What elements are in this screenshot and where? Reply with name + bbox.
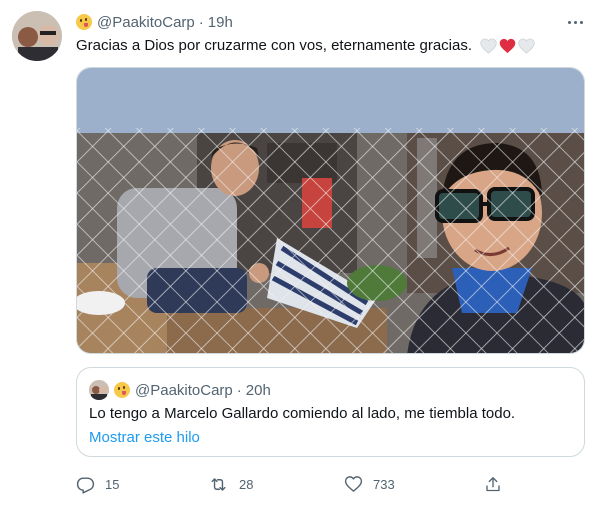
avatar[interactable]: [12, 11, 62, 61]
tweet-text-body: Gracias a Dios por cruzarme con vos, ete…: [76, 37, 472, 54]
grinning-face-emoji-icon: [76, 14, 92, 30]
reply-count: 15: [105, 476, 120, 492]
quoted-tweet-header: @PaakitoCarp · 20h: [89, 380, 271, 400]
share-icon: [486, 476, 500, 491]
like-button[interactable]: 733: [344, 470, 395, 498]
retweet-count: 28: [239, 476, 254, 492]
tweet-text: Gracias a Dios por cruzarme con vos, ete…: [76, 36, 535, 56]
white-heart-icon: [518, 38, 535, 54]
share-button[interactable]: [484, 470, 502, 498]
tweet-actions: 15 28 733: [66, 470, 516, 498]
reply-icon: [76, 476, 95, 494]
white-heart-icon: [480, 38, 497, 54]
quoted-tweet-time: 20h: [245, 381, 271, 399]
quoted-author-handle: @PaakitoCarp: [135, 381, 233, 399]
retweet-button[interactable]: 28: [208, 470, 253, 498]
quoted-tweet[interactable]: @PaakitoCarp · 20h Lo tengo a Marcelo Ga…: [76, 367, 585, 457]
retweet-icon: [211, 477, 226, 491]
like-count: 733: [373, 476, 395, 492]
quoted-avatar: [89, 380, 109, 400]
author-handle[interactable]: @PaakitoCarp: [97, 14, 195, 31]
like-icon: [344, 476, 363, 492]
separator-dot: ·: [198, 13, 204, 31]
grinning-face-emoji-icon: [114, 382, 130, 398]
tweet-photo[interactable]: [76, 67, 585, 354]
quoted-tweet-text: Lo tengo a Marcelo Gallardo comiendo al …: [89, 405, 516, 422]
tweet-header: @PaakitoCarp · 19h: [76, 11, 233, 33]
tweet-time[interactable]: 19h: [208, 14, 233, 31]
red-heart-icon: [499, 38, 516, 54]
more-icon[interactable]: [562, 12, 588, 32]
heart-emojis: [480, 38, 535, 54]
reply-button[interactable]: 15: [76, 470, 119, 498]
tweet: @PaakitoCarp · 19h Gracias a Dios por cr…: [0, 0, 600, 506]
show-thread-link[interactable]: Mostrar este hilo: [89, 428, 200, 448]
separator-dot: ·: [236, 381, 242, 399]
